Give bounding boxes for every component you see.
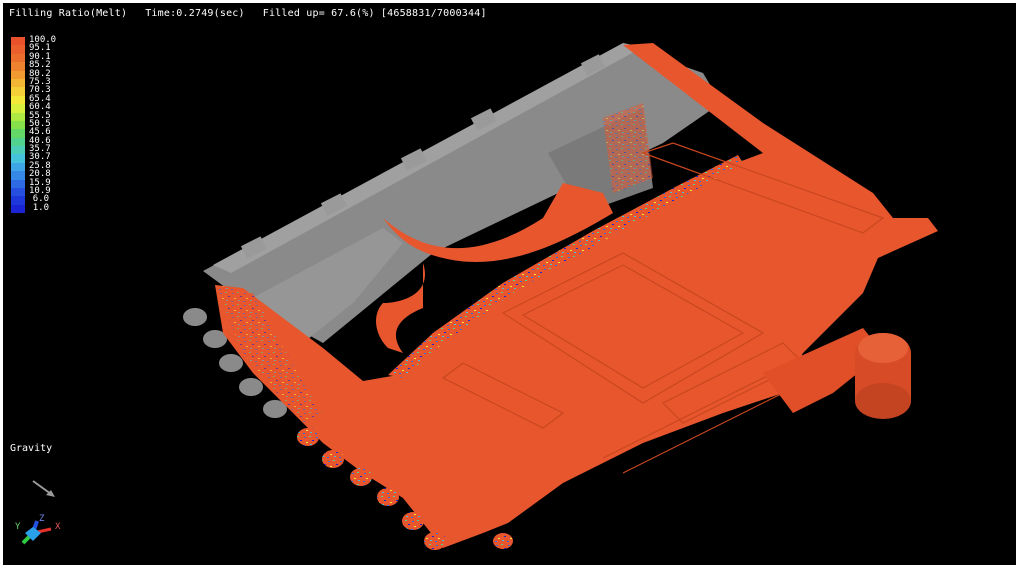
legend-swatch: [11, 95, 25, 105]
legend-swatch: [11, 146, 25, 155]
axis-x-label: X: [55, 522, 61, 532]
legend-swatch: [11, 112, 25, 121]
legend-swatch: [11, 196, 25, 205]
result-name: Filling Ratio(Melt): [9, 8, 128, 19]
axis-y-label: Y: [15, 522, 21, 532]
legend-label: 1.0: [32, 202, 49, 213]
legend-swatch: [11, 70, 25, 79]
filled-percentage: Filled up= 67.6(%) [4658831/7000344]: [262, 8, 487, 19]
legend-swatch: [11, 87, 25, 96]
legend-swatch: [11, 179, 25, 189]
legend-swatch: [11, 53, 25, 63]
legend-swatch: [11, 104, 25, 113]
legend-swatch: [11, 78, 25, 88]
legend-swatch: [11, 37, 25, 46]
simulation-time: Time:0.2749(sec): [145, 8, 245, 19]
viewport-3d[interactable]: Filling Ratio(Melt) Time:0.2749(sec) Fille…: [3, 3, 1016, 565]
legend-swatch: [11, 45, 25, 54]
legend-swatch: [11, 120, 25, 130]
legend-swatch: [11, 154, 25, 163]
gravity-label: Gravity: [10, 443, 53, 454]
gravity-arrow-icon: [32, 480, 55, 497]
axis-z-label: Z: [39, 514, 45, 524]
legend-swatch: [11, 162, 25, 172]
legend-swatch: [11, 137, 25, 147]
axis-triad-icon: Y X Z: [15, 514, 61, 545]
casting-model[interactable]: [3, 3, 1016, 565]
legend-swatch: [11, 204, 25, 214]
legend-swatch: [11, 188, 25, 197]
legend-swatch: [11, 129, 25, 138]
legend-swatch: [11, 62, 25, 71]
legend-swatch: [11, 171, 25, 180]
result-header: Filling Ratio(Melt) Time:0.2749(sec) Fille…: [9, 8, 505, 19]
